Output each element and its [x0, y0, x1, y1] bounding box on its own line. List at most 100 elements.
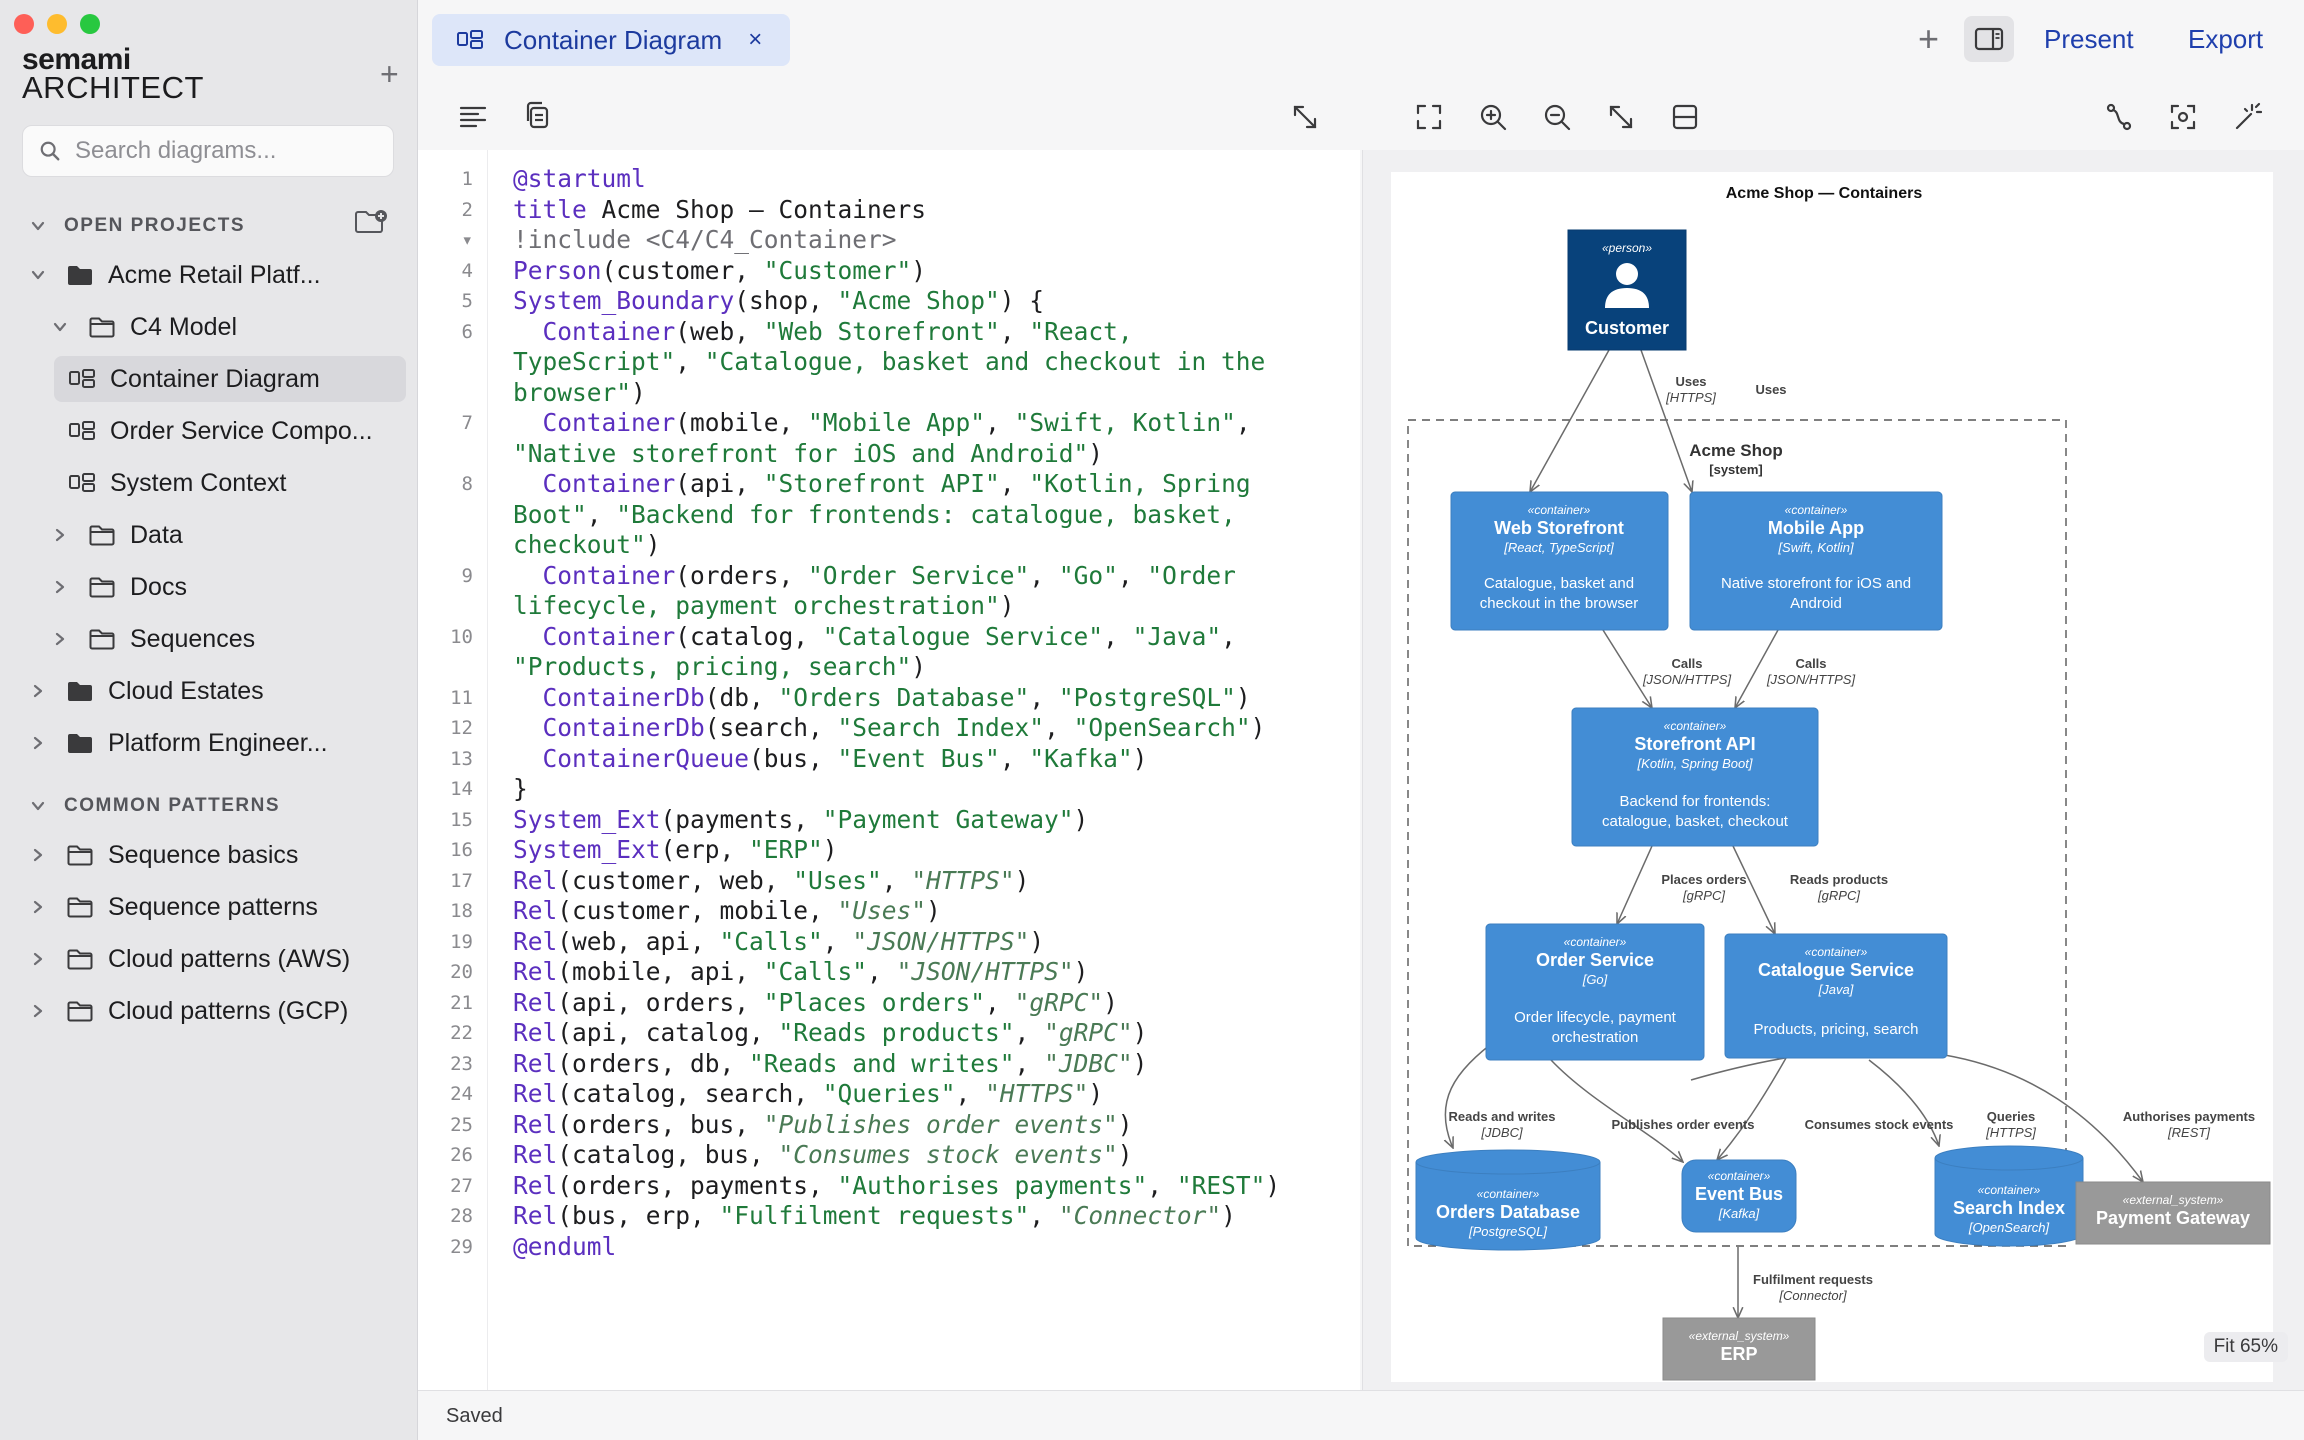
node-event-bus[interactable]: «container» Event Bus [Kafka]: [1681, 1159, 1797, 1233]
code-line[interactable]: @enduml: [513, 1232, 1280, 1263]
tree-item-container-diagram[interactable]: Container Diagram: [54, 356, 406, 402]
chevron-down-icon[interactable]: [52, 319, 68, 335]
tree-item-sequence-patterns[interactable]: Sequence patterns: [0, 884, 318, 930]
tree-item-system-context[interactable]: System Context: [0, 460, 286, 506]
code-line[interactable]: title Acme Shop — Containers: [513, 195, 1280, 226]
tree-item-cloud-patterns-gcp[interactable]: Cloud patterns (GCP): [0, 988, 348, 1034]
chevron-down-icon[interactable]: [30, 267, 46, 283]
add-tab-button[interactable]: +: [1918, 18, 1939, 60]
fit-screen-icon[interactable]: [1414, 102, 1444, 132]
present-button[interactable]: Present: [2044, 24, 2134, 55]
code-line[interactable]: Rel(api, catalog, "Reads products", "gRP…: [513, 1018, 1280, 1049]
new-folder-icon[interactable]: [354, 208, 388, 236]
code-line[interactable]: "Products, pricing, search"): [513, 652, 1280, 683]
format-icon[interactable]: [458, 102, 488, 132]
code-line[interactable]: Rel(api, orders, "Places orders", "gRPC"…: [513, 988, 1280, 1019]
new-diagram-button[interactable]: +: [380, 56, 399, 93]
chevron-right-icon[interactable]: [30, 951, 46, 967]
node-payment-gateway[interactable]: «external_system» Payment Gateway: [2075, 1181, 2271, 1245]
node-mobile-app[interactable]: «container» Mobile App [Swift, Kotlin] N…: [1689, 491, 1943, 631]
export-button[interactable]: Export: [2188, 24, 2263, 55]
code-line[interactable]: System_Boundary(shop, "Acme Shop") {: [513, 286, 1280, 317]
close-window-button[interactable]: [14, 14, 34, 34]
code-line[interactable]: Person(customer, "Customer"): [513, 256, 1280, 287]
section-header[interactable]: OPEN PROJECTS: [30, 210, 387, 242]
tab-container-diagram[interactable]: Container Diagram ×: [432, 14, 790, 66]
code-line[interactable]: ContainerDb(db, "Orders Database", "Post…: [513, 683, 1280, 714]
tree-item-sequence-basics[interactable]: Sequence basics: [0, 832, 298, 878]
code-line[interactable]: }: [513, 774, 1280, 805]
code-content[interactable]: @startuml title Acme Shop — Containers !in…: [513, 164, 1280, 1262]
search-input[interactable]: [75, 137, 375, 165]
close-tab-icon[interactable]: ×: [748, 26, 762, 54]
code-editor[interactable]: 1 2 ▾ 4 5 6 7 8 9 10 11 12 13 14 15 16 17 18 19 20 21 22 23 24 2…: [418, 150, 1360, 1390]
zoom-out-icon[interactable]: [1542, 102, 1572, 132]
chevron-right-icon[interactable]: [52, 527, 68, 543]
node-customer[interactable]: «person» Customer: [1567, 229, 1687, 351]
code-line[interactable]: Container(api, "Storefront API", "Kotlin…: [513, 469, 1280, 500]
zoom-in-icon[interactable]: [1478, 102, 1508, 132]
node-order-service[interactable]: «container» Order Service [Go] Order lif…: [1485, 923, 1705, 1061]
code-line[interactable]: @startuml: [513, 164, 1280, 195]
code-line[interactable]: Container(mobile, "Mobile App", "Swift, …: [513, 408, 1280, 439]
code-line[interactable]: ContainerQueue(bus, "Event Bus", "Kafka"…: [513, 744, 1280, 775]
connector-icon[interactable]: [2104, 102, 2134, 132]
code-line[interactable]: Rel(customer, web, "Uses", "HTTPS"): [513, 866, 1280, 897]
chevron-right-icon[interactable]: [30, 1003, 46, 1019]
code-line[interactable]: Container(catalog, "Catalogue Service", …: [513, 622, 1280, 653]
minimize-window-button[interactable]: [47, 14, 67, 34]
chevron-right-icon[interactable]: [30, 847, 46, 863]
node-erp[interactable]: «external_system» ERP: [1662, 1317, 1816, 1381]
search-box[interactable]: [22, 125, 394, 177]
expand-icon[interactable]: [1290, 102, 1320, 132]
tree-item-cloud-patterns-aws[interactable]: Cloud patterns (AWS): [0, 936, 350, 982]
tree-item-order-service-compo[interactable]: Order Service Compo...: [0, 408, 373, 454]
code-line[interactable]: Boot", "Backend for frontends: catalogue…: [513, 500, 1280, 531]
tree-item-data[interactable]: Data: [0, 512, 183, 558]
tree-item-docs[interactable]: Docs: [0, 564, 187, 610]
chevron-right-icon[interactable]: [30, 899, 46, 915]
tree-item-sequences[interactable]: Sequences: [0, 616, 255, 662]
code-line[interactable]: !include <C4/C4_Container>: [513, 225, 1280, 256]
chevron-right-icon[interactable]: [52, 579, 68, 595]
copy-icon[interactable]: [522, 100, 552, 130]
tree-item-acme-retail-platf[interactable]: Acme Retail Platf...: [0, 252, 321, 298]
magic-wand-icon[interactable]: [2232, 102, 2262, 132]
tree-item-cloud-estates[interactable]: Cloud Estates: [0, 668, 264, 714]
capture-icon[interactable]: [2168, 102, 2198, 132]
chevron-down-icon[interactable]: [30, 218, 46, 234]
toggle-panel-button[interactable]: [1964, 16, 2014, 62]
code-line[interactable]: Rel(web, api, "Calls", "JSON/HTTPS"): [513, 927, 1280, 958]
code-line[interactable]: Container(orders, "Order Service", "Go",…: [513, 561, 1280, 592]
diagram-preview[interactable]: Acme Shop — Containers Acme Shop [system…: [1362, 150, 2304, 1390]
zoom-window-button[interactable]: [80, 14, 100, 34]
node-web-storefront[interactable]: «container» Web Storefront [React, TypeS…: [1450, 491, 1669, 631]
chevron-down-icon[interactable]: [30, 798, 46, 814]
tree-item-c4-model[interactable]: C4 Model: [0, 304, 237, 350]
zoom-level[interactable]: Fit 65%: [2203, 1332, 2288, 1362]
expand-diagonal-icon[interactable]: [1606, 102, 1636, 132]
node-catalogue-service[interactable]: «container» Catalogue Service [Java] Pro…: [1724, 933, 1948, 1059]
code-line[interactable]: browser"): [513, 378, 1280, 409]
chevron-right-icon[interactable]: [52, 631, 68, 647]
chevron-right-icon[interactable]: [30, 735, 46, 751]
tree-item-platform-engineer[interactable]: Platform Engineer...: [0, 720, 328, 766]
code-line[interactable]: Rel(customer, mobile, "Uses"): [513, 896, 1280, 927]
diagram-canvas[interactable]: Acme Shop — Containers Acme Shop [system…: [1391, 172, 2273, 1382]
code-line[interactable]: TypeScript", "Catalogue, basket and chec…: [513, 347, 1280, 378]
code-line[interactable]: Container(web, "Web Storefront", "React,: [513, 317, 1280, 348]
code-line[interactable]: Rel(catalog, search, "Queries", "HTTPS"): [513, 1079, 1280, 1110]
code-line[interactable]: System_Ext(payments, "Payment Gateway"): [513, 805, 1280, 836]
code-line[interactable]: Rel(mobile, api, "Calls", "JSON/HTTPS"): [513, 957, 1280, 988]
node-search-index[interactable]: «container» Search Index [OpenSearch]: [1934, 1145, 2084, 1247]
chevron-right-icon[interactable]: [30, 683, 46, 699]
code-line[interactable]: checkout"): [513, 530, 1280, 561]
node-orders-database[interactable]: «container» Orders Database [PostgreSQL]: [1415, 1149, 1601, 1251]
code-line[interactable]: Rel(orders, payments, "Authorises paymen…: [513, 1171, 1280, 1202]
code-line[interactable]: "Native storefront for iOS and Android"): [513, 439, 1280, 470]
code-line[interactable]: lifecycle, payment orchestration"): [513, 591, 1280, 622]
code-line[interactable]: Rel(orders, bus, "Publishes order events…: [513, 1110, 1280, 1141]
section-header[interactable]: COMMON PATTERNS: [30, 790, 280, 822]
code-line[interactable]: Rel(catalog, bus, "Consumes stock events…: [513, 1140, 1280, 1171]
code-line[interactable]: ContainerDb(search, "Search Index", "Ope…: [513, 713, 1280, 744]
